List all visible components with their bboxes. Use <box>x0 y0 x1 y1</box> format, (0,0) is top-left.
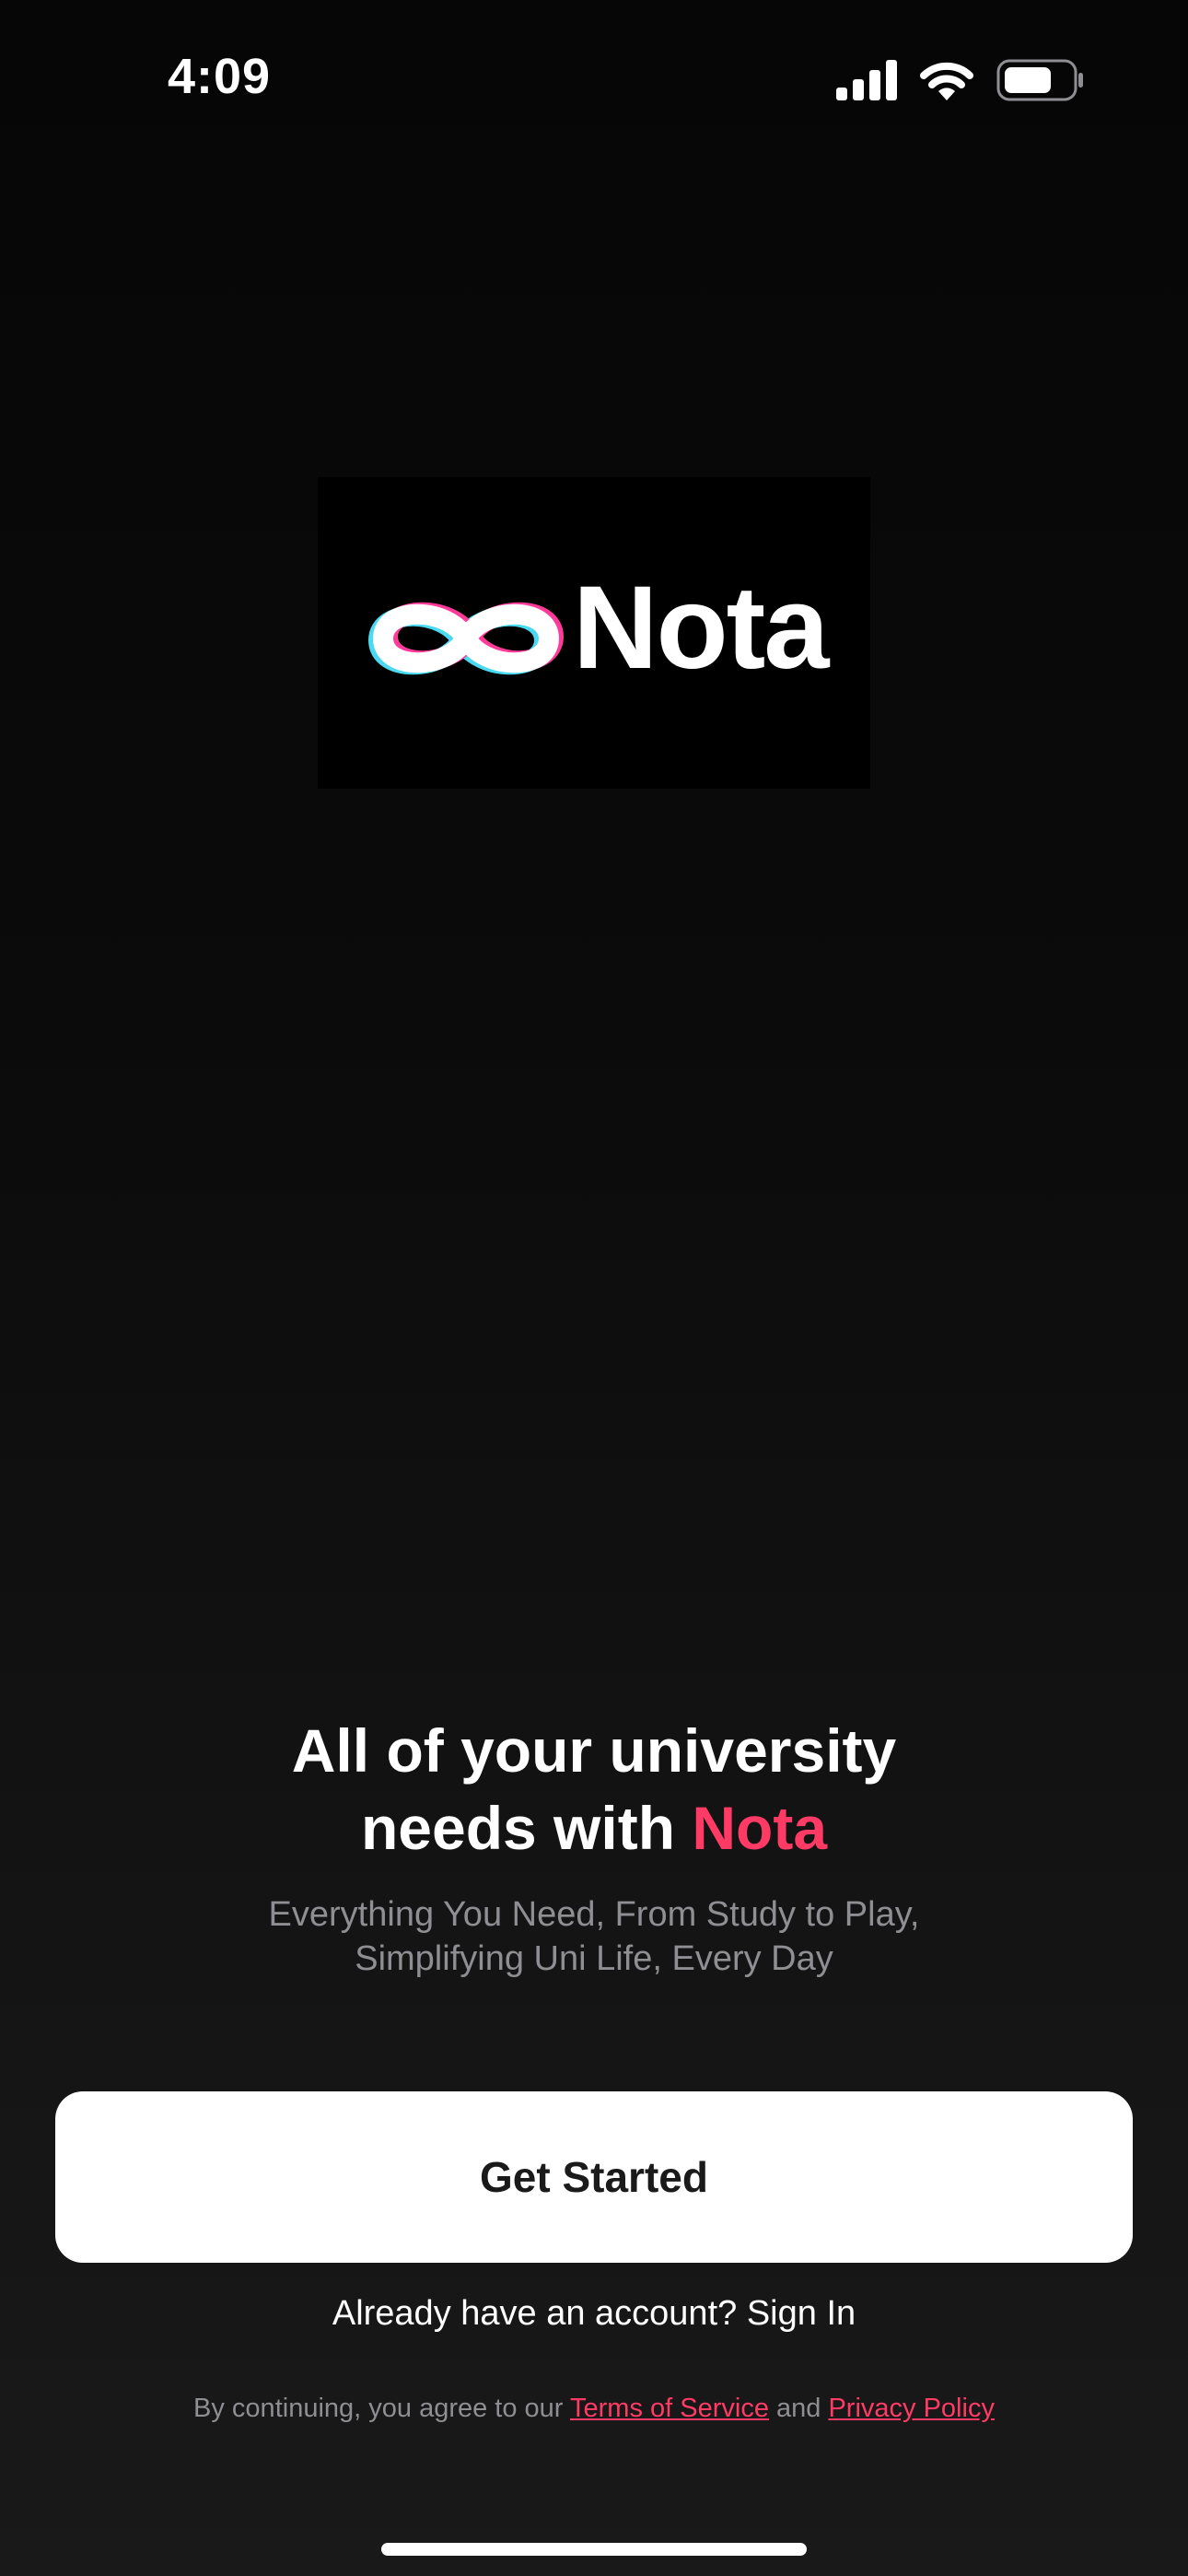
status-icons <box>836 57 1085 103</box>
signin-prompt: Already have an account? <box>332 2294 747 2333</box>
headline-line1: All of your university <box>291 1716 897 1785</box>
status-bar: 4:09 <box>0 0 1188 147</box>
headline-line2-prefix: needs with <box>360 1794 693 1862</box>
legal-conjunction: and <box>768 2394 829 2423</box>
home-indicator[interactable] <box>381 2543 807 2556</box>
legal-prefix: By continuing, you agree to our <box>193 2394 570 2423</box>
infinity-icon <box>367 602 565 675</box>
wifi-icon <box>919 60 974 100</box>
signin-row: Already have an account? Sign In <box>0 2294 1188 2334</box>
terms-of-service-link[interactable]: Terms of Service <box>570 2394 769 2423</box>
cellular-signal-icon <box>836 60 897 100</box>
subtitle-line2: Simplifying Uni Life, Every Day <box>355 1939 833 1978</box>
status-time: 4:09 <box>168 49 272 104</box>
sign-in-link[interactable]: Sign In <box>747 2294 856 2333</box>
logo-wordmark: Nota <box>573 562 829 694</box>
app-logo: Nota <box>318 477 870 789</box>
subtitle-line1: Everything You Need, From Study to Play, <box>268 1895 920 1934</box>
headline-line2: needs with Nota <box>0 1789 1188 1867</box>
headline-accent-word: Nota <box>692 1794 828 1862</box>
legal-text: By continuing, you agree to our Terms of… <box>0 2394 1188 2424</box>
subtitle: Everything You Need, From Study to Play,… <box>0 1892 1188 1981</box>
battery-icon <box>996 59 1085 101</box>
get-started-button[interactable]: Get Started <box>55 2091 1133 2263</box>
headline: All of your university needs with Nota <box>0 1712 1188 1867</box>
privacy-policy-link[interactable]: Privacy Policy <box>828 2394 995 2423</box>
get-started-label: Get Started <box>480 2153 708 2201</box>
